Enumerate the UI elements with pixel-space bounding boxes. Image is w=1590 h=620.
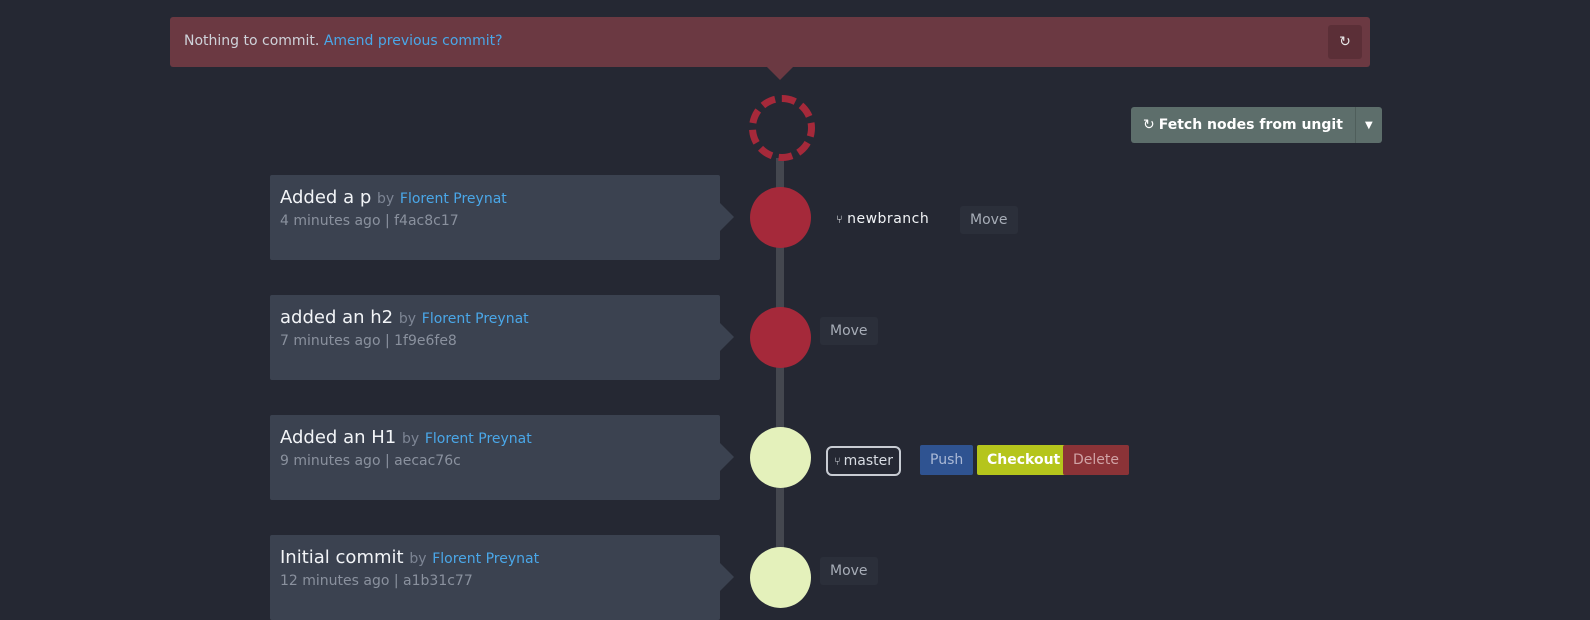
commit-title: Added an H1 <box>280 427 397 448</box>
commit-meta: 12 minutes ago | a1b31c77 <box>280 573 473 589</box>
commit-by: by <box>398 311 417 327</box>
commit-author[interactable]: Florent Preynat <box>422 311 529 327</box>
commit-card[interactable]: Added an H1 by Florent Preynat 9 minutes… <box>270 415 720 500</box>
commit-by: by <box>401 431 420 447</box>
card-pointer <box>720 443 734 471</box>
commit-by: by <box>376 191 395 207</box>
delete-button[interactable]: Delete <box>1063 445 1129 475</box>
commit-author[interactable]: Florent Preynat <box>400 191 507 207</box>
banner-message: Nothing to commit. <box>184 33 320 49</box>
commit-card[interactable]: added an h2 by Florent Preynat 7 minutes… <box>270 295 720 380</box>
commit-node[interactable] <box>750 187 811 248</box>
banner-pointer <box>766 66 794 80</box>
fetch-dropdown-toggle[interactable]: ▼ <box>1354 107 1382 143</box>
status-banner: Nothing to commit. Amend previous commit… <box>170 17 1370 67</box>
commit-title: added an h2 <box>280 307 394 328</box>
checkout-button[interactable]: Checkout <box>977 445 1071 475</box>
refresh-button[interactable]: ↻ <box>1328 25 1362 59</box>
commit-meta: 9 minutes ago | aecac76c <box>280 453 461 469</box>
fetch-nodes-button[interactable]: ↻ Fetch nodes from ungit <box>1131 107 1355 143</box>
push-button[interactable]: Push <box>920 445 974 475</box>
branch-name: newbranch <box>847 211 930 227</box>
pending-commit-node <box>749 95 815 161</box>
commit-title-line: Added an H1 by Florent Preynat <box>280 427 532 448</box>
branch-label-master[interactable]: ⑂ master <box>826 446 901 476</box>
commit-title-line: Initial commit by Florent Preynat <box>280 547 539 568</box>
amend-commit-link[interactable]: Amend previous commit? <box>324 33 503 49</box>
commit-by: by <box>409 551 427 567</box>
commit-node[interactable] <box>750 307 811 368</box>
branch-icon: ⑂ <box>834 455 841 468</box>
branch-icon: ⑂ <box>836 213 844 226</box>
move-button[interactable]: Move <box>960 206 1018 234</box>
commit-title-line: added an h2 by Florent Preynat <box>280 307 529 328</box>
commit-card[interactable]: Added a p by Florent Preynat 4 minutes a… <box>270 175 720 260</box>
fetch-label: Fetch nodes from ungit <box>1158 117 1343 133</box>
caret-down-icon: ▼ <box>1365 119 1373 131</box>
branch-label-newbranch[interactable]: ⑂ newbranch <box>836 211 929 227</box>
refresh-icon: ↻ <box>1143 117 1155 133</box>
card-pointer <box>720 323 734 351</box>
commit-card[interactable]: Initial commit by Florent Preynat 12 min… <box>270 535 720 620</box>
card-pointer <box>720 203 734 231</box>
commit-title-line: Added a p by Florent Preynat <box>280 187 507 208</box>
card-pointer <box>720 563 734 591</box>
move-button[interactable]: Move <box>820 557 878 585</box>
move-button[interactable]: Move <box>820 317 878 345</box>
refresh-icon: ↻ <box>1339 34 1351 50</box>
commit-title: Initial commit <box>280 547 404 568</box>
branch-name: master <box>843 453 893 469</box>
commit-title: Added a p <box>280 187 372 208</box>
commit-meta: 4 minutes ago | f4ac8c17 <box>280 213 459 229</box>
banner-text: Nothing to commit. Amend previous commit… <box>184 33 503 49</box>
commit-meta: 7 minutes ago | 1f9e6fe8 <box>280 333 457 349</box>
commit-node[interactable] <box>750 427 811 488</box>
commit-author[interactable]: Florent Preynat <box>425 431 532 447</box>
fetch-button-group: ↻ Fetch nodes from ungit ▼ <box>1131 107 1382 143</box>
commit-author[interactable]: Florent Preynat <box>432 551 539 567</box>
commit-node[interactable] <box>750 547 811 608</box>
